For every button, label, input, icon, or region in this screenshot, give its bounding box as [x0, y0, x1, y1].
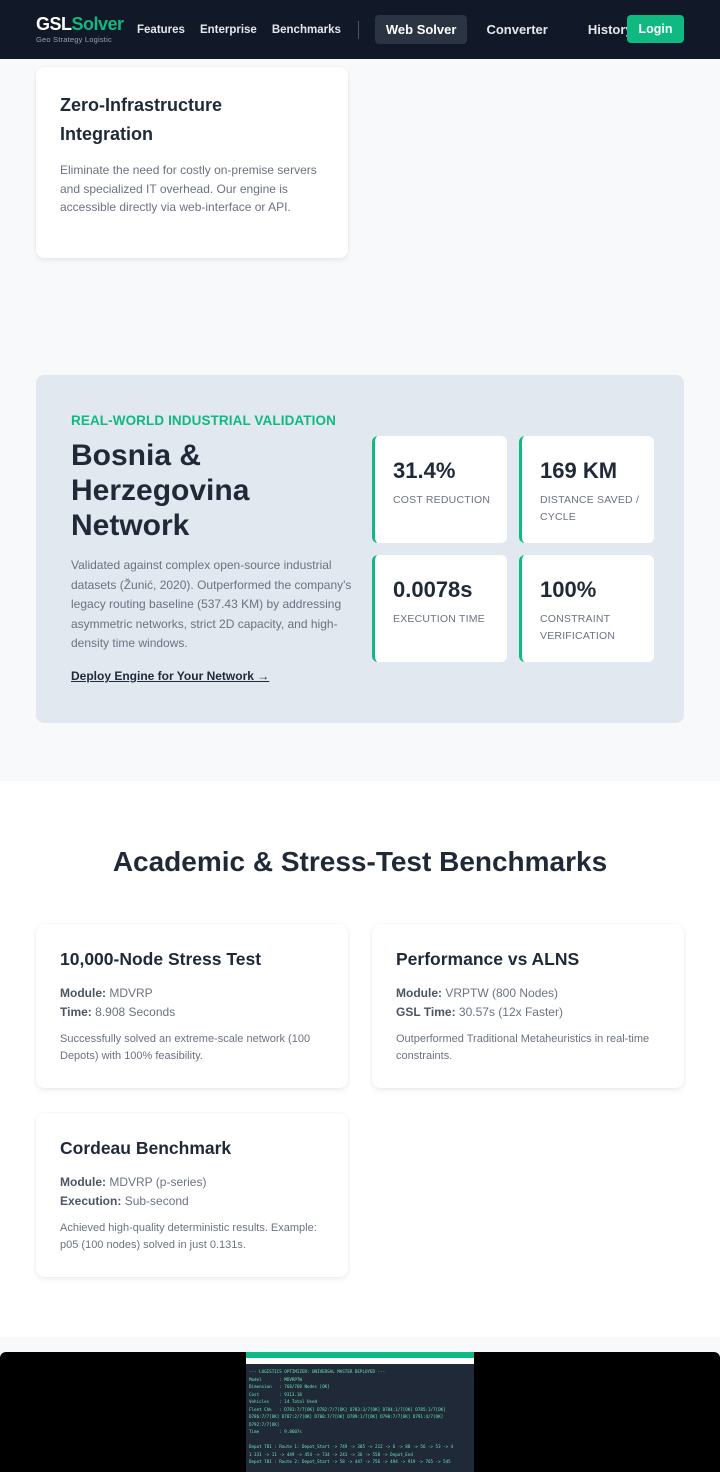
benchmark-card-cordeau: Cordeau Benchmark Module: MDVRP (p-serie… — [36, 1113, 348, 1277]
meta-value: VRPTW (800 Nodes) — [445, 986, 559, 1000]
nav-divider — [357, 20, 359, 39]
meta-key: Execution: — [60, 1193, 122, 1208]
meta-key: Time: — [60, 1004, 92, 1019]
logo-solver: Solver — [71, 14, 125, 34]
meta-key: Module: — [60, 986, 106, 1000]
nav-converter-link[interactable]: Converter — [486, 22, 547, 37]
nav-link-enterprise[interactable]: Enterprise — [200, 24, 257, 36]
logo-wordmark: GSLSolver — [36, 14, 132, 34]
benchmark-card-title: 10,000-Node Stress Test — [60, 949, 262, 969]
login-button[interactable]: Login — [627, 15, 684, 43]
stat-card-distance-saved: 169 KM DISTANCE SAVED / CYCLE — [519, 436, 654, 543]
meta-key: Module: — [396, 986, 442, 1000]
stat-value: 169 KM — [540, 458, 618, 483]
benchmark-card-title: Cordeau Benchmark — [60, 1138, 232, 1158]
validation-kicker: REAL-WORLD INDUSTRIAL VALIDATION — [71, 413, 336, 428]
terminal-window: --- LOGISTICS OPTIMIZER: UNIVERSAL MASTE… — [246, 1352, 474, 1472]
meta-value: 8.908 Seconds — [95, 1004, 176, 1019]
feature-card-title: Zero-Infrastructure Integration — [60, 95, 223, 144]
stat-value: 100% — [540, 577, 597, 602]
logo-gsl: GSL — [36, 14, 72, 34]
meta-value: Sub-second — [124, 1193, 189, 1208]
logo-tagline: Geo Strategy Logistic — [36, 35, 112, 44]
stat-label: COST REDUCTION — [393, 494, 491, 506]
nav-link-features[interactable]: Features — [137, 24, 185, 36]
stat-card-execution-time: 0.0078s EXECUTION TIME — [372, 555, 507, 662]
benchmark-card-body: Outperformed Traditional Metaheuristics … — [396, 1033, 650, 1062]
benchmark-card-stress-test: 10,000-Node Stress Test Module: MDVRP Ti… — [36, 924, 348, 1088]
validation-description: Validated against complex open-source in… — [71, 558, 352, 650]
benchmark-card-title: Performance vs ALNS — [396, 949, 580, 969]
validation-title: Bosnia & Herzegovina Network — [71, 439, 250, 542]
meta-value: MDVRP — [109, 986, 153, 1000]
stat-label: CONSTRAINT VERIFICATION — [540, 613, 616, 642]
benchmark-card-body: Achieved high-quality deterministic resu… — [60, 1222, 317, 1251]
terminal-output: --- LOGISTICS OPTIMIZER: UNIVERSAL MASTE… — [249, 1369, 454, 1464]
meta-value: 30.57s (12x Faster) — [458, 1004, 563, 1019]
stat-value: 0.0078s — [393, 577, 473, 602]
stat-label: DISTANCE SAVED / CYCLE — [540, 494, 640, 523]
feature-card: Zero-Infrastructure Integration Eliminat… — [36, 67, 348, 258]
stat-card-cost-reduction: 31.4% COST REDUCTION — [372, 436, 507, 543]
stat-label: EXECUTION TIME — [393, 613, 485, 625]
nav-link-benchmarks[interactable]: Benchmarks — [272, 24, 341, 36]
meta-key: Module: — [60, 1175, 106, 1189]
validation-panel: REAL-WORLD INDUSTRIAL VALIDATION Bosnia … — [36, 375, 684, 723]
benchmark-card-meta: Module: MDVRP Time: 8.908 Seconds — [60, 984, 324, 1021]
nav-web-solver-button[interactable]: Web Solver — [374, 15, 468, 44]
nav-links: Features Enterprise Benchmarks Web Solve… — [137, 15, 633, 44]
benchmark-card-meta: Module: MDVRP (p-series) Execution: Sub-… — [60, 1173, 324, 1210]
terminal-preview: --- LOGISTICS OPTIMIZER: UNIVERSAL MASTE… — [0, 1352, 720, 1472]
benchmark-card-body: Successfully solved an extreme-scale net… — [60, 1033, 311, 1062]
stat-value: 31.4% — [393, 458, 456, 483]
meta-value: MDVRP (p-series) — [109, 1175, 207, 1189]
deploy-engine-link[interactable]: Deploy Engine for Your Network → — [71, 669, 269, 683]
nav-history-link[interactable]: History — [588, 22, 633, 37]
benchmarks-title: Academic & Stress-Test Benchmarks — [112, 846, 608, 877]
benchmark-card-meta: Module: VRPTW (800 Nodes) GSL Time: 30.5… — [396, 984, 660, 1021]
meta-key: GSL Time: — [396, 1004, 456, 1019]
stat-card-constraint-verification: 100% CONSTRAINT VERIFICATION — [519, 555, 654, 662]
top-navbar: GSLSolver Geo Strategy Logistic Features… — [0, 0, 720, 59]
feature-card-body: Eliminate the need for costly on-premise… — [60, 163, 317, 214]
benchmark-card-alns: Performance vs ALNS Module: VRPTW (800 N… — [372, 924, 684, 1088]
logo[interactable]: GSLSolver Geo Strategy Logistic — [36, 14, 132, 45]
